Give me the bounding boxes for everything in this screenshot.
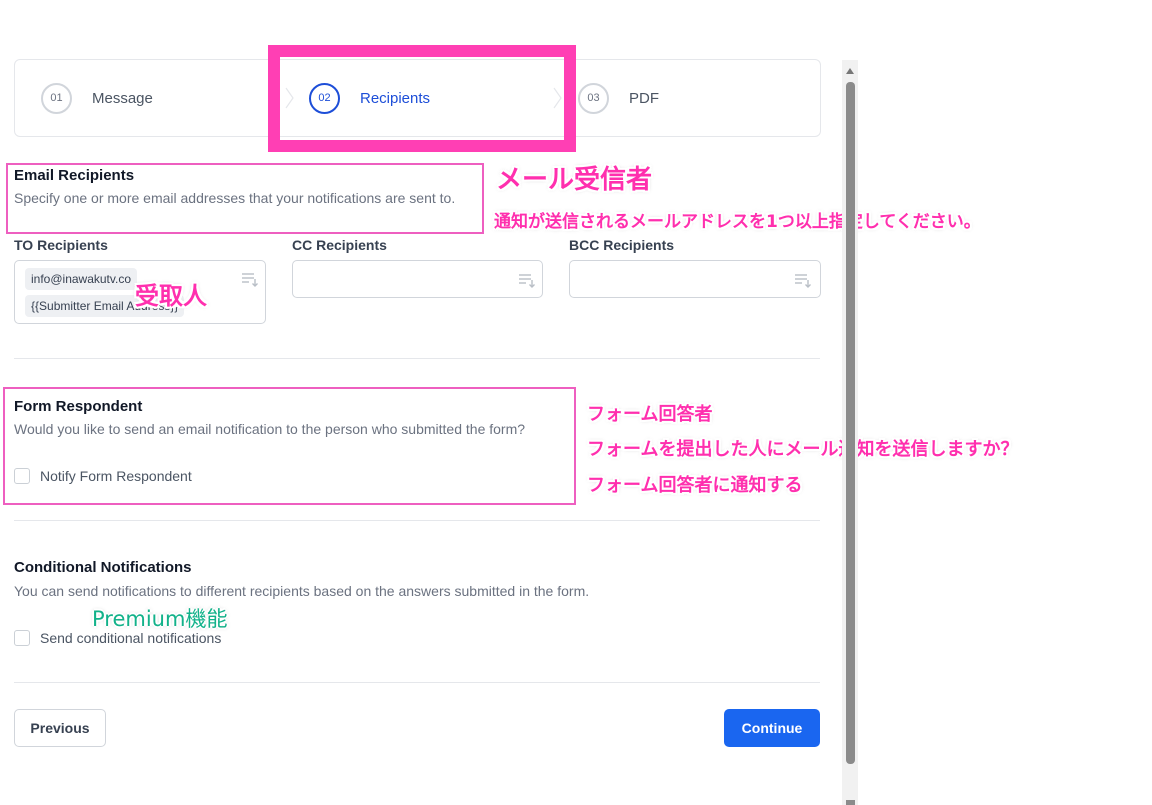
recipient-chip[interactable]: info@inawakutv.co [25, 268, 138, 290]
scrollbar-bottom-edge [846, 800, 855, 805]
list-sort-icon[interactable] [518, 272, 536, 288]
highlight-email-recipients [6, 163, 484, 234]
bcc-recipients-label: BCC Recipients [569, 237, 675, 253]
annotation-to-jp: 受取人 [135, 282, 207, 310]
annotation-premium-jp: Premium機能 [92, 607, 228, 631]
highlight-form-respondent [3, 387, 576, 505]
annotation-respondent-desc-jp: フォームを提出した人にメール通知を送信しますか？ [587, 439, 1019, 460]
bcc-recipients-input[interactable] [569, 260, 821, 298]
step-label: Message [92, 89, 153, 107]
step-number: 01 [41, 82, 72, 114]
highlight-active-step [268, 45, 576, 152]
step-number: 03 [578, 82, 609, 114]
divider [14, 682, 820, 683]
divider [14, 358, 820, 359]
to-recipients-label: TO Recipients [14, 237, 108, 253]
continue-button[interactable]: Continue [724, 709, 820, 747]
annotation-email-desc-jp: 通知が送信されるメールアドレスを1つ以上指定してください。 [494, 212, 981, 232]
annotation-respondent-title-jp: フォーム回答者 [587, 404, 713, 425]
cc-recipients-input[interactable] [292, 260, 543, 298]
list-sort-icon[interactable] [794, 272, 812, 288]
annotation-email-title-jp: メール受信者 [496, 165, 653, 195]
list-sort-icon[interactable] [241, 271, 259, 287]
divider [14, 520, 820, 521]
previous-button[interactable]: Previous [14, 709, 106, 747]
step-label: PDF [629, 89, 659, 107]
annotation-respondent-check-jp: フォーム回答者に通知する [587, 475, 803, 496]
cc-recipients-label: CC Recipients [292, 237, 387, 253]
conditional-notifications-title: Conditional Notifications [14, 559, 192, 576]
scroll-up-icon[interactable] [845, 67, 855, 75]
conditional-notifications-checkbox[interactable] [14, 630, 30, 646]
conditional-notifications-description: You can send notifications to different … [14, 583, 590, 599]
step-message[interactable]: 01 Message [41, 60, 153, 136]
step-pdf[interactable]: 03 PDF [578, 60, 659, 136]
scrollbar-thumb[interactable] [846, 82, 855, 764]
